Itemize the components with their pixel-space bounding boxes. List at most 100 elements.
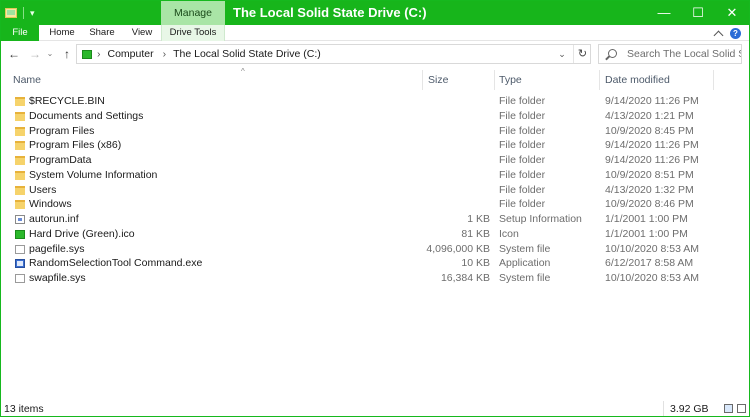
status-bar: 13 items 3.92 GB	[1, 401, 749, 416]
file-size	[406, 183, 490, 198]
file-name: Hard Drive (Green).ico	[29, 227, 135, 240]
file-name: Documents and Settings	[29, 109, 144, 122]
file-row[interactable]: Hard Drive (Green).ico 81 KB Icon 1/1/20…	[1, 227, 749, 242]
file-type: File folder	[499, 95, 546, 107]
application-icon	[15, 259, 25, 269]
drive-icon	[82, 50, 92, 59]
folder-icon	[15, 156, 25, 165]
file-type: File folder	[499, 154, 546, 166]
forward-button[interactable]: →	[27, 45, 43, 63]
file-date: 6/12/2017 8:58 AM	[605, 257, 694, 270]
breadcrumb-separator[interactable]: ›	[97, 48, 101, 60]
file-date: 10/9/2020 8:45 PM	[605, 124, 694, 137]
file-date: 4/13/2020 1:21 PM	[605, 109, 694, 122]
folder-icon	[15, 170, 25, 180]
folder-icon	[15, 126, 25, 136]
file-date: 9/14/2020 11:26 PM	[605, 95, 699, 107]
file-row[interactable]: RandomSelectionTool Command.exe 10 KB Ap…	[1, 256, 749, 271]
address-dropdown-icon[interactable]: ⌄	[555, 45, 569, 63]
green-drive-icon	[15, 229, 25, 239]
details-view-icon[interactable]	[724, 404, 733, 413]
chevron-up-icon[interactable]	[713, 30, 724, 40]
file-size	[406, 197, 490, 212]
file-date: 4/13/2020 1:32 PM	[605, 183, 694, 196]
tab-drive-tools[interactable]: Drive Tools	[161, 25, 225, 41]
file-name: System Volume Information	[29, 168, 158, 181]
file-name: Program Files (x86)	[29, 139, 122, 152]
file-row[interactable]: ProgramData File folder 9/14/2020 11:26 …	[1, 153, 749, 168]
status-right: 3.92 GB	[663, 401, 749, 416]
file-date: 1/1/2001 1:00 PM	[605, 227, 688, 240]
navigation-bar: ← → ⌄ ↑ › Computer › The Local Solid State …	[1, 41, 749, 67]
file-size	[406, 153, 490, 168]
item-count: 13 items	[4, 403, 44, 415]
file-size: 10 KB	[461, 257, 490, 270]
file-type: File folder	[499, 109, 546, 122]
file-type: File folder	[499, 124, 546, 137]
folder-icon	[15, 200, 25, 210]
ribbon-tabs: File Home Share View Drive Tools ?	[1, 25, 749, 41]
qat-dropdown-icon[interactable]: ▾	[30, 8, 35, 18]
back-button[interactable]: ←	[6, 45, 22, 63]
refresh-button[interactable]: ↻	[573, 45, 591, 63]
explorer-window: ▾ Manage The Local Solid State Drive (C:…	[0, 0, 750, 417]
file-date: 10/9/2020 8:46 PM	[605, 198, 694, 211]
file-name: pagefile.sys	[29, 242, 85, 255]
file-row[interactable]: System Volume Information File folder 10…	[1, 168, 749, 183]
sort-indicator-icon: ^	[241, 67, 245, 76]
file-row[interactable]: Users File folder 4/13/2020 1:32 PM	[1, 183, 749, 198]
column-divider[interactable]	[422, 70, 423, 90]
file-type: Icon	[499, 227, 519, 240]
qat-separator	[23, 7, 24, 19]
file-row[interactable]: $RECYCLE.BIN File folder 9/14/2020 11:26…	[1, 94, 749, 109]
large-icons-view-icon[interactable]	[737, 404, 746, 413]
file-date: 9/14/2020 11:26 PM	[605, 139, 699, 152]
column-header-type[interactable]: Type	[499, 73, 522, 87]
column-header-size[interactable]: Size	[428, 73, 448, 87]
breadcrumb-separator[interactable]: ›	[163, 48, 167, 60]
column-divider[interactable]	[713, 70, 714, 90]
tab-share[interactable]: Share	[83, 25, 121, 41]
close-button[interactable]: ✕	[715, 1, 749, 25]
file-row[interactable]: Program Files File folder 10/9/2020 8:45…	[1, 124, 749, 139]
file-row[interactable]: pagefile.sys 4,096,000 KB System file 10…	[1, 242, 749, 257]
recent-locations-button[interactable]: ⌄	[45, 45, 55, 63]
column-header-date[interactable]: Date modified	[605, 73, 670, 87]
file-type: Application	[499, 257, 551, 270]
file-size: 16,384 KB	[440, 272, 490, 284]
file-date: 10/10/2020 8:53 AM	[605, 272, 699, 284]
file-row[interactable]: Windows File folder 10/9/2020 8:46 PM	[1, 197, 749, 212]
file-row[interactable]: autorun.inf 1 KB Setup Information 1/1/2…	[1, 212, 749, 227]
file-row[interactable]: Program Files (x86) File folder 9/14/202…	[1, 138, 749, 153]
column-divider[interactable]	[599, 70, 600, 90]
file-row[interactable]: Documents and Settings File folder 4/13/…	[1, 109, 749, 124]
file-type: System file	[499, 272, 551, 284]
system-file-icon	[15, 274, 25, 283]
search-box[interactable]: Search The Local Solid St...	[598, 44, 742, 64]
tab-file[interactable]: File	[1, 25, 39, 41]
file-type: Setup Information	[499, 213, 582, 225]
ribbon-right-controls: ?	[713, 27, 741, 40]
minimize-button[interactable]: —	[647, 1, 681, 25]
up-button[interactable]: ↑	[59, 45, 75, 63]
help-icon[interactable]: ?	[730, 27, 741, 39]
address-bar[interactable]: › Computer › The Local Solid State Drive (C…	[76, 44, 591, 64]
breadcrumb-computer[interactable]: Computer	[108, 48, 154, 60]
breadcrumb: › Computer › The Local Solid State Drive (C…	[97, 45, 330, 63]
file-row[interactable]: swapfile.sys 16,384 KB System file 10/10…	[1, 271, 749, 286]
column-header-name[interactable]: Name	[13, 73, 41, 87]
file-type: File folder	[499, 183, 546, 196]
breadcrumb-drive[interactable]: The Local Solid State Drive (C:)	[173, 48, 321, 60]
folder-icon	[15, 185, 25, 195]
tab-view[interactable]: View	[123, 25, 161, 41]
search-placeholder: Search The Local Solid St...	[627, 48, 741, 60]
contextual-tab-manage[interactable]: Manage	[161, 1, 225, 25]
maximize-button[interactable]: ☐	[681, 1, 715, 25]
column-divider[interactable]	[494, 70, 495, 90]
file-size	[406, 109, 490, 124]
drive-icon[interactable]	[5, 8, 17, 18]
window-controls: — ☐ ✕	[647, 1, 749, 25]
quick-access-toolbar: ▾	[5, 5, 35, 21]
file-size	[406, 124, 490, 139]
tab-home[interactable]: Home	[43, 25, 81, 41]
